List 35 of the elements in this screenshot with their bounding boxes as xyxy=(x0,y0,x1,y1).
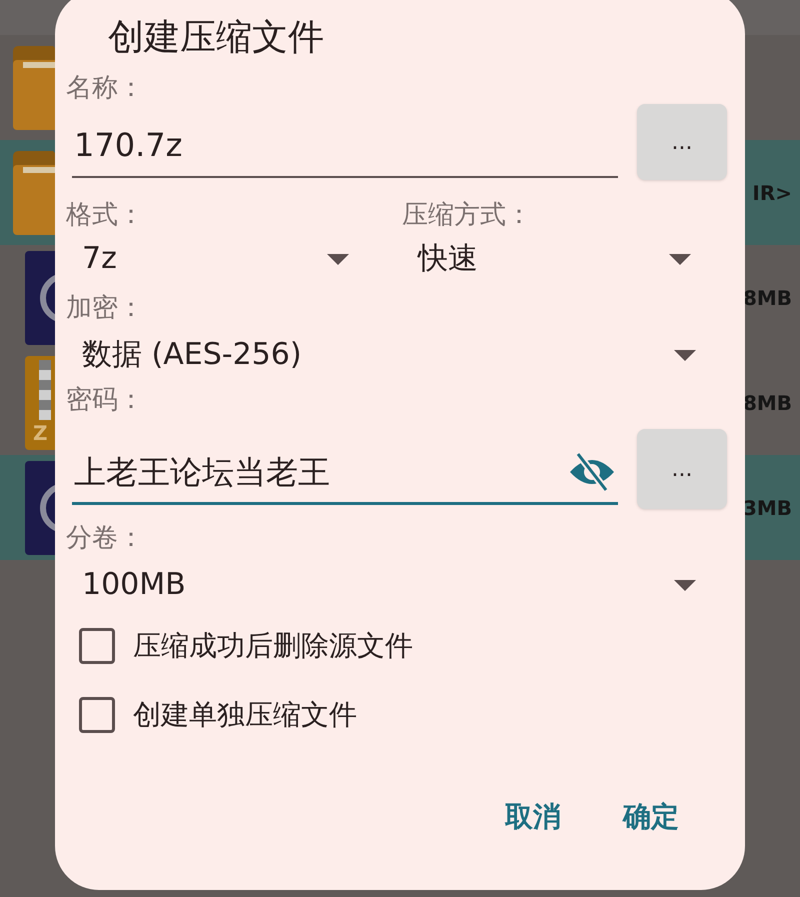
field-label: 分卷： xyxy=(66,525,144,551)
checkbox-label: 创建单独压缩文件 xyxy=(133,701,357,729)
field-label: 格式： xyxy=(66,202,144,228)
checkbox[interactable] xyxy=(79,628,115,664)
file-size: IR> xyxy=(752,180,792,206)
dropdown-arrow-icon xyxy=(674,350,696,360)
dropdown-arrow-icon xyxy=(669,254,691,264)
browse-button[interactable]: ... xyxy=(637,429,727,509)
file-icon xyxy=(25,460,55,554)
name-field[interactable]: 170.7z xyxy=(72,106,618,178)
dropdown[interactable]: 7z xyxy=(66,237,349,281)
file-icon xyxy=(25,250,55,344)
field-label: 压缩方式： xyxy=(402,202,532,228)
file-size: 8MB xyxy=(742,390,792,416)
file-size: 8MB xyxy=(742,284,792,312)
file-size: 3MB xyxy=(742,494,792,522)
dropdown[interactable]: 快速 xyxy=(402,237,691,281)
checkbox[interactable] xyxy=(79,697,115,733)
browse-button[interactable]: ... xyxy=(637,104,727,180)
field-label: 加密： xyxy=(66,295,144,321)
archive-icon: Z xyxy=(25,356,55,450)
dialog-title: 创建压缩文件 xyxy=(108,20,324,56)
dropdown-arrow-icon xyxy=(327,254,349,264)
dropdown[interactable]: 100MB xyxy=(66,563,696,607)
folder-icon xyxy=(13,150,55,234)
field-label: 名称： xyxy=(66,75,144,101)
dropdown-arrow-icon xyxy=(674,580,696,590)
field-label: 密码： xyxy=(66,387,144,413)
dialog-button[interactable]: 取消 xyxy=(505,793,561,841)
dialog-button[interactable]: 确定 xyxy=(623,793,679,841)
folder-icon xyxy=(13,46,55,130)
checkbox-label: 压缩成功后删除源文件 xyxy=(133,632,413,660)
eye-off-icon[interactable] xyxy=(568,452,616,492)
password-field[interactable]: 上老王论坛当老王 xyxy=(72,433,618,505)
dropdown[interactable]: 数据 (AES-256) xyxy=(66,333,696,377)
